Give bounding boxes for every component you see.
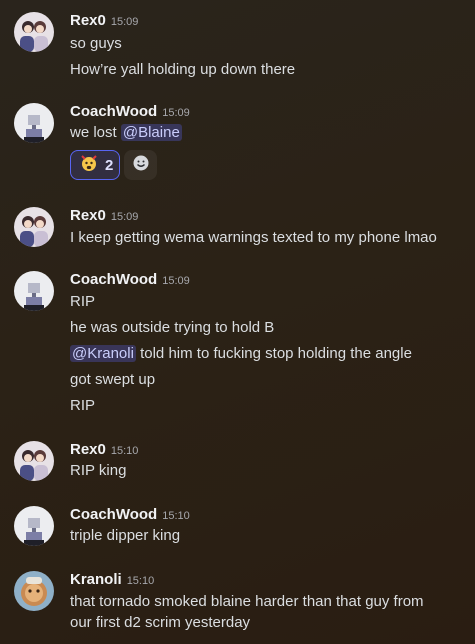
- message-text: our first d2 scrim yesterday: [70, 614, 251, 631]
- avatar[interactable]: [14, 103, 54, 143]
- timestamp: 15:10: [126, 575, 155, 587]
- message-text: we lost @Blaine: [70, 123, 182, 143]
- message-header: Rex0 15:09: [70, 207, 138, 225]
- message-text: that tornado smoked blaine harder than t…: [70, 593, 424, 610]
- message-text: RIP: [70, 397, 96, 414]
- username[interactable]: Rex0: [70, 207, 106, 224]
- username[interactable]: CoachWood: [70, 103, 157, 120]
- chat-messages: Rex0 15:09 so guys How’re yall holding up…: [0, 0, 475, 644]
- message-header: CoachWood 15:09: [70, 271, 190, 289]
- message-text: got swept up: [70, 371, 156, 388]
- user-mention[interactable]: @Kranoli: [70, 345, 136, 362]
- angry-face-icon: [79, 153, 99, 178]
- avatar[interactable]: [14, 571, 54, 611]
- timestamp: 15:09: [110, 16, 139, 28]
- avatar[interactable]: [14, 12, 54, 52]
- message-text-fragment: told him to fucking stop holding the ang…: [135, 345, 412, 362]
- message-header: Rex0 15:10: [70, 441, 138, 459]
- message-text: @Kranoli told him to fucking stop holdin…: [70, 344, 412, 364]
- message-text: triple dipper king: [70, 527, 181, 544]
- timestamp: 15:09: [162, 107, 190, 119]
- message-text-fragment: we lost: [70, 124, 121, 141]
- reaction-count: 2: [105, 156, 114, 174]
- avatar[interactable]: [14, 506, 54, 546]
- smile-icon: [132, 154, 150, 177]
- message-header: CoachWood 15:10: [70, 506, 190, 524]
- message-text: so guys: [70, 35, 122, 52]
- username[interactable]: CoachWood: [70, 271, 157, 288]
- user-mention[interactable]: @Blaine: [120, 124, 182, 141]
- username[interactable]: Rex0: [70, 441, 106, 458]
- timestamp: 15:09: [162, 275, 190, 287]
- avatar[interactable]: [14, 441, 54, 481]
- avatar[interactable]: [14, 271, 54, 311]
- username[interactable]: Rex0: [70, 12, 106, 29]
- avatar[interactable]: [14, 207, 54, 247]
- username[interactable]: CoachWood: [70, 506, 157, 523]
- reaction-chip[interactable]: 2: [70, 150, 120, 180]
- timestamp: 15:10: [162, 510, 190, 522]
- message-text: How’re yall holding up down there: [70, 61, 296, 78]
- message-header: Rex0 15:09: [70, 12, 138, 30]
- message-text: RIP king: [70, 462, 127, 479]
- timestamp: 15:09: [110, 211, 139, 223]
- message-header: Kranoli 15:10: [70, 571, 154, 589]
- username[interactable]: Kranoli: [70, 571, 122, 588]
- timestamp: 15:10: [110, 445, 139, 457]
- message-text: I keep getting wema warnings texted to m…: [70, 229, 437, 246]
- message-header: CoachWood 15:09: [70, 103, 190, 121]
- message-text: RIP: [70, 293, 96, 310]
- message-text: he was outside trying to hold B: [70, 319, 275, 336]
- add-reaction-button[interactable]: [124, 150, 157, 180]
